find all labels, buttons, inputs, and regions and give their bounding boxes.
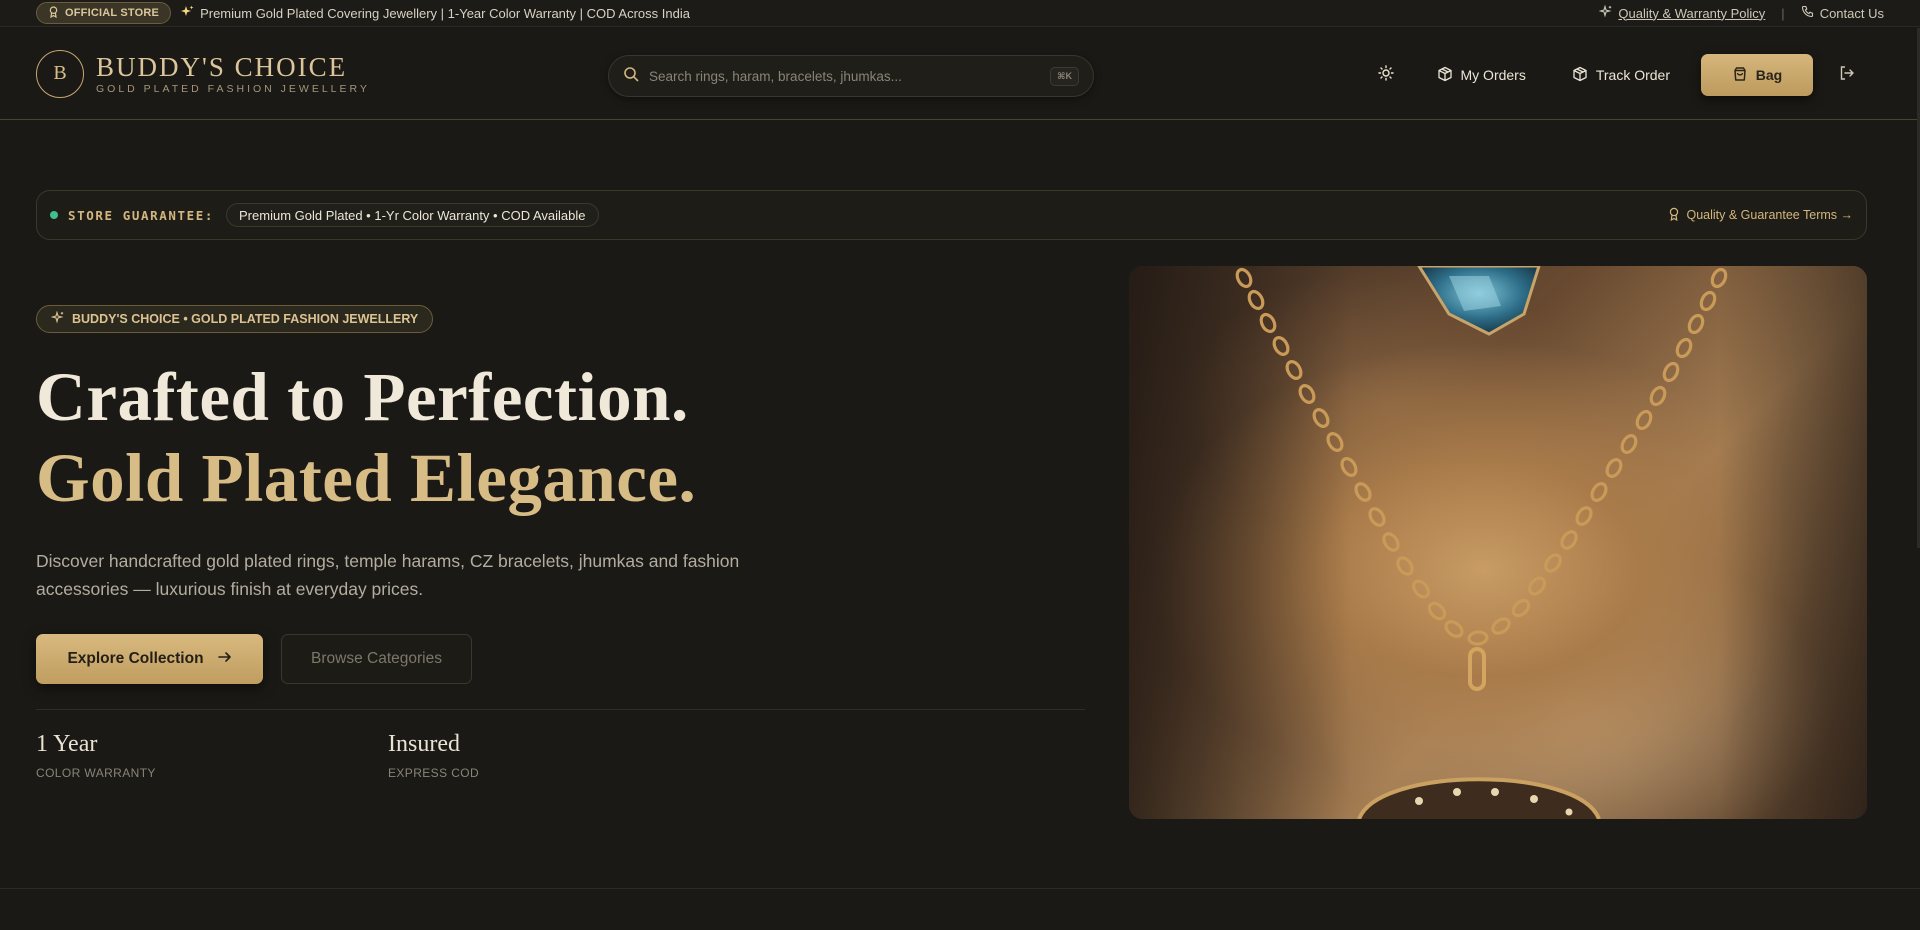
track-order-link[interactable]: Track Order xyxy=(1572,66,1670,85)
topbar-separator: | xyxy=(1781,5,1785,21)
hero-description: Discover handcrafted gold plated rings, … xyxy=(36,551,740,599)
announcement: Premium Gold Plated Covering Jewellery |… xyxy=(181,5,690,21)
guarantee-pill: Premium Gold Plated • 1-Yr Color Warrant… xyxy=(226,203,599,227)
hero-badge-label: BUDDY'S CHOICE • GOLD PLATED FASHION JEW… xyxy=(72,312,419,326)
my-orders-label: My Orders xyxy=(1460,67,1526,83)
guarantee-terms-label: Quality & Guarantee Terms → xyxy=(1686,208,1853,222)
sun-icon xyxy=(1377,64,1394,86)
brand-logo-mark[interactable]: B xyxy=(36,49,84,98)
site-header: B BUDDY'S CHOICE GOLD PLATED FASHION JEW… xyxy=(0,28,1920,120)
bag-label: Bag xyxy=(1755,67,1783,83)
quality-warranty-policy-link[interactable]: Quality & Warranty Policy xyxy=(1598,4,1766,21)
award-icon xyxy=(1668,207,1680,224)
guarantee-terms-link[interactable]: Quality & Guarantee Terms → xyxy=(1668,207,1853,224)
log-out-icon xyxy=(1839,65,1855,86)
status-dot xyxy=(50,211,58,219)
logout-button[interactable] xyxy=(1830,58,1864,92)
brand-tagline: GOLD PLATED FASHION JEWELLERY xyxy=(96,82,370,95)
bag-button[interactable]: Bag xyxy=(1701,54,1813,96)
arrow-right-icon xyxy=(217,650,232,668)
search-shortcut-hint: ⌘K xyxy=(1050,66,1079,86)
hero-headline-line-1: Crafted to Perfection. xyxy=(36,359,689,435)
search-icon xyxy=(623,66,639,87)
hero-headline-line-2: Gold Plated Elegance. xyxy=(36,440,697,516)
explore-collection-button[interactable]: Explore Collection xyxy=(36,634,263,684)
announcement-bar: OFFICIAL STORE Premium Gold Plated Cover… xyxy=(0,0,1920,27)
brand-block[interactable]: BUDDY'S CHOICE GOLD PLATED FASHION JEWEL… xyxy=(96,53,370,95)
hero-divider xyxy=(36,709,1085,710)
explore-collection-label: Explore Collection xyxy=(67,650,204,667)
stat-label: COLOR WARRANTY xyxy=(36,766,156,780)
my-orders-link[interactable]: My Orders xyxy=(1437,66,1526,85)
contact-us-link[interactable]: Contact Us xyxy=(1801,5,1884,21)
announcement-text: Premium Gold Plated Covering Jewellery |… xyxy=(200,5,690,21)
search-input[interactable] xyxy=(649,68,1051,84)
stat-value: 1 Year xyxy=(36,731,98,757)
section-divider xyxy=(0,888,1920,889)
search-bar: ⌘K xyxy=(608,55,1094,97)
policy-link-label: Quality & Warranty Policy xyxy=(1618,5,1766,21)
official-store-badge: OFFICIAL STORE xyxy=(36,2,172,24)
sparkle-icon xyxy=(1598,4,1612,21)
stat-cod: Insured EXPRESS COD xyxy=(388,731,479,780)
official-store-label: OFFICIAL STORE xyxy=(65,7,160,19)
sparkles-icon xyxy=(181,5,194,21)
browse-categories-button[interactable]: Browse Categories xyxy=(281,634,472,684)
stat-value: Insured xyxy=(388,731,460,757)
stat-label: EXPRESS COD xyxy=(388,766,480,780)
hero-badge: BUDDY'S CHOICE • GOLD PLATED FASHION JEW… xyxy=(36,305,434,333)
store-guarantee-strip: STORE GUARANTEE: Premium Gold Plated • 1… xyxy=(36,190,1867,240)
contact-link-label: Contact Us xyxy=(1819,5,1884,21)
stat-warranty: 1 Year COLOR WARRANTY xyxy=(36,731,156,780)
hero-necklace-image xyxy=(1129,266,1867,819)
package-icon xyxy=(1572,66,1588,85)
guarantee-label: STORE GUARANTEE: xyxy=(68,207,215,223)
track-order-label: Track Order xyxy=(1595,67,1670,83)
award-icon xyxy=(48,5,59,21)
package-icon xyxy=(1437,66,1453,85)
theme-toggle-button[interactable] xyxy=(1369,58,1403,92)
shopping-bag-icon xyxy=(1732,66,1748,85)
sparkle-icon xyxy=(50,310,64,327)
phone-icon xyxy=(1801,5,1814,21)
brand-name: BUDDY'S CHOICE xyxy=(96,51,348,82)
